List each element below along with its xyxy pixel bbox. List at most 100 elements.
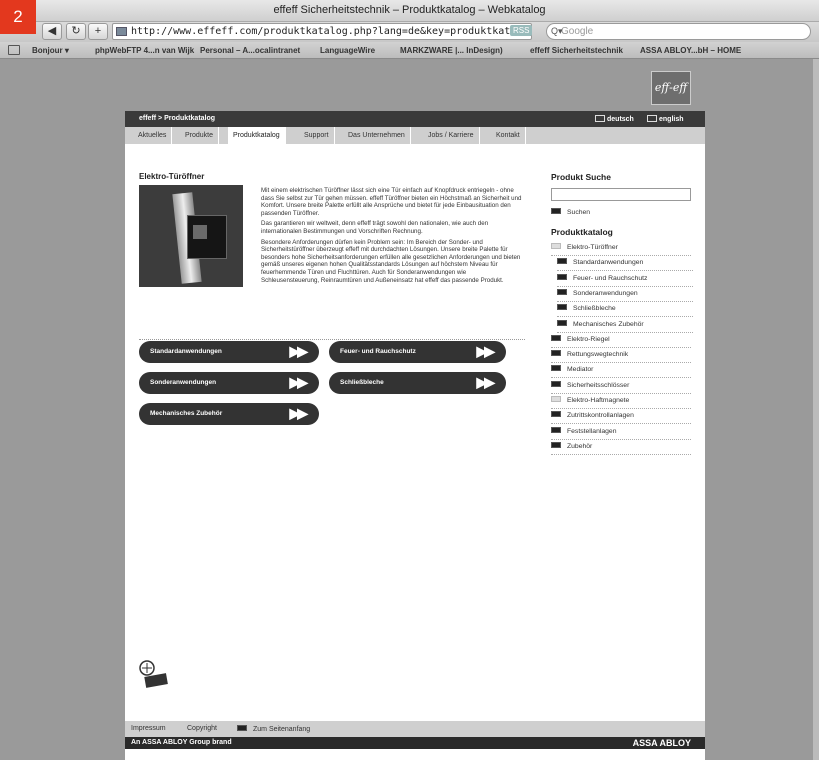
effeff-logo[interactable]: eff-eff [651, 71, 691, 105]
sidebar-item[interactable]: Zutrittskontrollanlagen [551, 409, 691, 425]
tab-unternehmen[interactable]: Das Unternehmen [343, 127, 411, 144]
address-url: http://www.effeff.com/produktkatalog.php… [131, 26, 532, 37]
arrow-icon [557, 288, 567, 295]
search-icon: Q▾ [551, 26, 563, 36]
sidebar-item-label: Elektro-Riegel [567, 335, 610, 343]
sidebar-item[interactable]: Feuer- und Rauchschutz [557, 272, 693, 287]
flag-en-icon [647, 115, 657, 122]
address-bar[interactable]: http://www.effeff.com/produktkatalog.php… [112, 23, 532, 40]
sidebar-item[interactable]: Mediator [551, 363, 691, 379]
sonderanwendungen-button[interactable]: Sonderanwendungen ▶▶ [139, 372, 319, 394]
book-icon[interactable] [8, 45, 20, 55]
arrow-icon [551, 396, 561, 402]
lang-en-label: english [659, 116, 684, 123]
corner-badge: 2 [0, 0, 36, 34]
sidebar-item-label: Sonderanwendungen [573, 289, 638, 297]
effeff-emblem-icon [139, 660, 168, 688]
button-label: Sonderanwendungen [150, 379, 217, 386]
search-title: Produkt Suche [551, 172, 611, 182]
back-to-top-label: Zum Seitenanfang [253, 726, 311, 733]
sidebar-item-label: Standardanwendungen [573, 259, 644, 267]
arrow-icon [557, 319, 567, 326]
tab-produktkatalog[interactable]: Produktkatalog [228, 127, 286, 144]
main-nav: Aktuelles Produkte Produktkatalog Suppor… [125, 127, 705, 144]
forward-arrows-icon: ▶▶ [289, 343, 307, 359]
arrow-icon [551, 350, 561, 357]
add-bookmark-button[interactable]: + [88, 23, 108, 40]
bookmark-item[interactable]: ASSA ABLOY...bH – HOME [640, 46, 741, 55]
button-label: Feuer- und Rauchschutz [340, 348, 416, 355]
sidebar-item[interactable]: Feststellanlagen [551, 425, 691, 440]
tab-support[interactable]: Support [299, 127, 335, 144]
bookmark-item[interactable]: phpWebFTP 4...n van Wijk [95, 46, 194, 55]
product-search-input[interactable] [551, 188, 691, 201]
back-to-top-link[interactable]: Zum Seitenanfang [237, 725, 310, 733]
sidebar-item-label: Schließbleche [573, 305, 616, 313]
forward-arrows-icon: ▶▶ [476, 343, 494, 359]
window-titlebar: effeff Sicherheitstechnik – Produktkatal… [0, 0, 819, 22]
sidebar-item-label: Mechanisches Zubehör [573, 320, 644, 328]
brand-bar: An ASSA ABLOY Group brand ASSA ABLOY [125, 737, 705, 749]
sidebar-item-label: Mediator [567, 366, 594, 374]
tab-kontakt[interactable]: Kontakt [491, 127, 526, 144]
site-favicon-icon [116, 27, 127, 36]
schliessbleche-button[interactable]: Schließbleche ▶▶ [329, 372, 506, 394]
bookmark-item[interactable]: LanguageWire [320, 46, 375, 55]
web-page: eff-eff effeff > Produktkatalog deutsch … [125, 59, 705, 760]
mechanisches-zubehoer-button[interactable]: Mechanisches Zubehör ▶▶ [139, 403, 319, 425]
impressum-link[interactable]: Impressum [131, 725, 166, 732]
button-label: Standardanwendungen [150, 348, 222, 355]
sidebar-item-label: Sicherheitsschlösser [567, 381, 630, 389]
window-title: effeff Sicherheitstechnik – Produktkatal… [273, 4, 546, 16]
sidebar-item[interactable]: Elektro-Türöffner [551, 241, 691, 256]
sidebar-item[interactable]: Zubehör [551, 440, 691, 455]
assa-abloy-logo[interactable]: ASSA ABLOY [633, 738, 691, 748]
back-button[interactable]: ◀ [42, 23, 62, 40]
sidebar-item[interactable]: Elektro-Haftmagnete [551, 394, 691, 409]
copyright-link[interactable]: Copyright [187, 725, 217, 732]
bookmark-item[interactable]: Personal – A...ocalintranet [200, 46, 300, 55]
button-label: Schließbleche [340, 379, 384, 386]
sidebar-item[interactable]: Mechanisches Zubehör [557, 318, 693, 333]
sidebar-item[interactable]: Sonderanwendungen [557, 287, 693, 302]
feuer-rauchschutz-button[interactable]: Feuer- und Rauchschutz ▶▶ [329, 341, 506, 363]
brand-text: An ASSA ABLOY Group brand [131, 739, 232, 746]
sidebar-item-label: Rettungswegtechnik [567, 351, 629, 359]
sidebar-item[interactable]: Rettungswegtechnik [551, 348, 691, 364]
scrollbar[interactable] [813, 59, 819, 760]
arrow-icon [551, 365, 561, 372]
sidebar-item[interactable]: Schließbleche [557, 302, 693, 318]
search-submit-button[interactable]: Suchen [551, 208, 590, 216]
sidebar-item-label: Zubehör [567, 442, 593, 450]
reload-button[interactable]: ↻ [66, 23, 86, 40]
header-band: eff-eff [125, 59, 705, 111]
catalog-title: Produktkatalog [551, 227, 613, 237]
arrow-icon [557, 304, 567, 311]
intro-paragraph: Besondere Anforderungen dürfen kein Prob… [261, 238, 521, 284]
tab-jobs[interactable]: Jobs / Karriere [423, 127, 480, 144]
lang-de-link[interactable]: deutsch [595, 115, 634, 123]
search-button-label: Suchen [567, 209, 591, 216]
sidebar-item-label: Feuer- und Rauchschutz [573, 274, 648, 282]
breadcrumb-bar: effeff > Produktkatalog deutsch english [125, 111, 705, 127]
bookmark-item[interactable]: MARKZWARE |... InDesign) [400, 46, 503, 55]
intro-paragraph: Das garantieren wir weltweit, denn effef… [261, 220, 489, 235]
arrow-icon [551, 380, 561, 387]
tab-aktuelles[interactable]: Aktuelles [133, 127, 173, 144]
lang-en-link[interactable]: english [647, 115, 684, 123]
bookmark-item[interactable]: Bonjour ▾ [32, 46, 69, 55]
lang-de-label: deutsch [607, 116, 634, 123]
breadcrumb[interactable]: effeff > Produktkatalog [139, 115, 215, 122]
bookmark-item[interactable]: effeff Sicherheitstechnik [530, 46, 623, 55]
search-input[interactable]: Q▾ Google [546, 23, 811, 40]
sidebar-item[interactable]: Sicherheitsschlösser [551, 379, 691, 394]
sidebar-item[interactable]: Standardanwendungen [557, 256, 693, 272]
tab-produkte[interactable]: Produkte [180, 127, 220, 144]
standardanwendungen-button[interactable]: Standardanwendungen ▶▶ [139, 341, 319, 363]
sidebar-item[interactable]: Elektro-Riegel [551, 333, 691, 348]
arrow-icon [551, 411, 561, 418]
rss-icon[interactable]: RSS [510, 25, 533, 36]
sidebar-item-label: Elektro-Haftmagnete [567, 397, 630, 404]
footer-bar: Impressum Copyright Zum Seitenanfang [125, 721, 705, 737]
divider [139, 339, 525, 340]
